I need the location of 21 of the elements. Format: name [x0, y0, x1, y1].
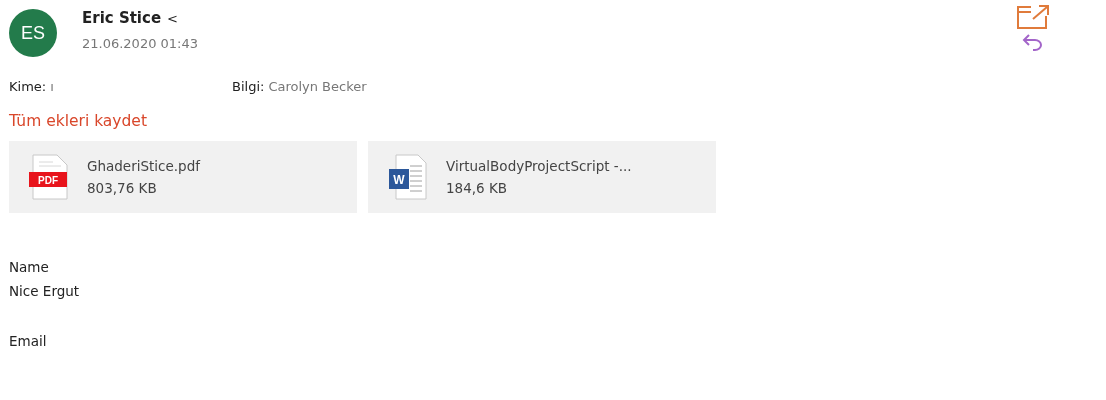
attachment-card[interactable]: W VirtualBodyProjectScript -... 184,6 KB — [368, 141, 716, 213]
cc-label: Bilgi: — [232, 79, 265, 94]
body-text: Email — [9, 332, 47, 351]
cc-recipient[interactable]: Carolyn Becker — [268, 79, 367, 94]
attachment-name: GhaderiStice.pdf — [87, 158, 200, 174]
sender-address-fragment: < — [167, 11, 178, 26]
to-recipient[interactable]: ı — [50, 79, 54, 94]
to-label: Kime: — [9, 79, 47, 94]
pop-out-icon[interactable] — [1016, 4, 1050, 30]
reply-icon[interactable] — [1022, 33, 1044, 51]
sender-name: Eric Stice — [82, 9, 162, 27]
attachment-size: 803,76 KB — [87, 180, 158, 196]
message-date: 21.06.2020 01:43 — [82, 36, 199, 51]
body-text: Name — [9, 258, 49, 277]
attachment-name: VirtualBodyProjectScript -... — [446, 158, 632, 174]
attachment-card[interactable]: PDF GhaderiStice.pdf 803,76 KB — [9, 141, 357, 213]
attachment-size: 184,6 KB — [446, 180, 509, 196]
pdf-file-icon: PDF — [29, 154, 69, 200]
avatar: ES — [9, 9, 57, 57]
body-text: Nice Ergut — [9, 282, 80, 301]
save-all-attachments-link[interactable]: Tüm ekleri kaydet — [9, 112, 147, 130]
